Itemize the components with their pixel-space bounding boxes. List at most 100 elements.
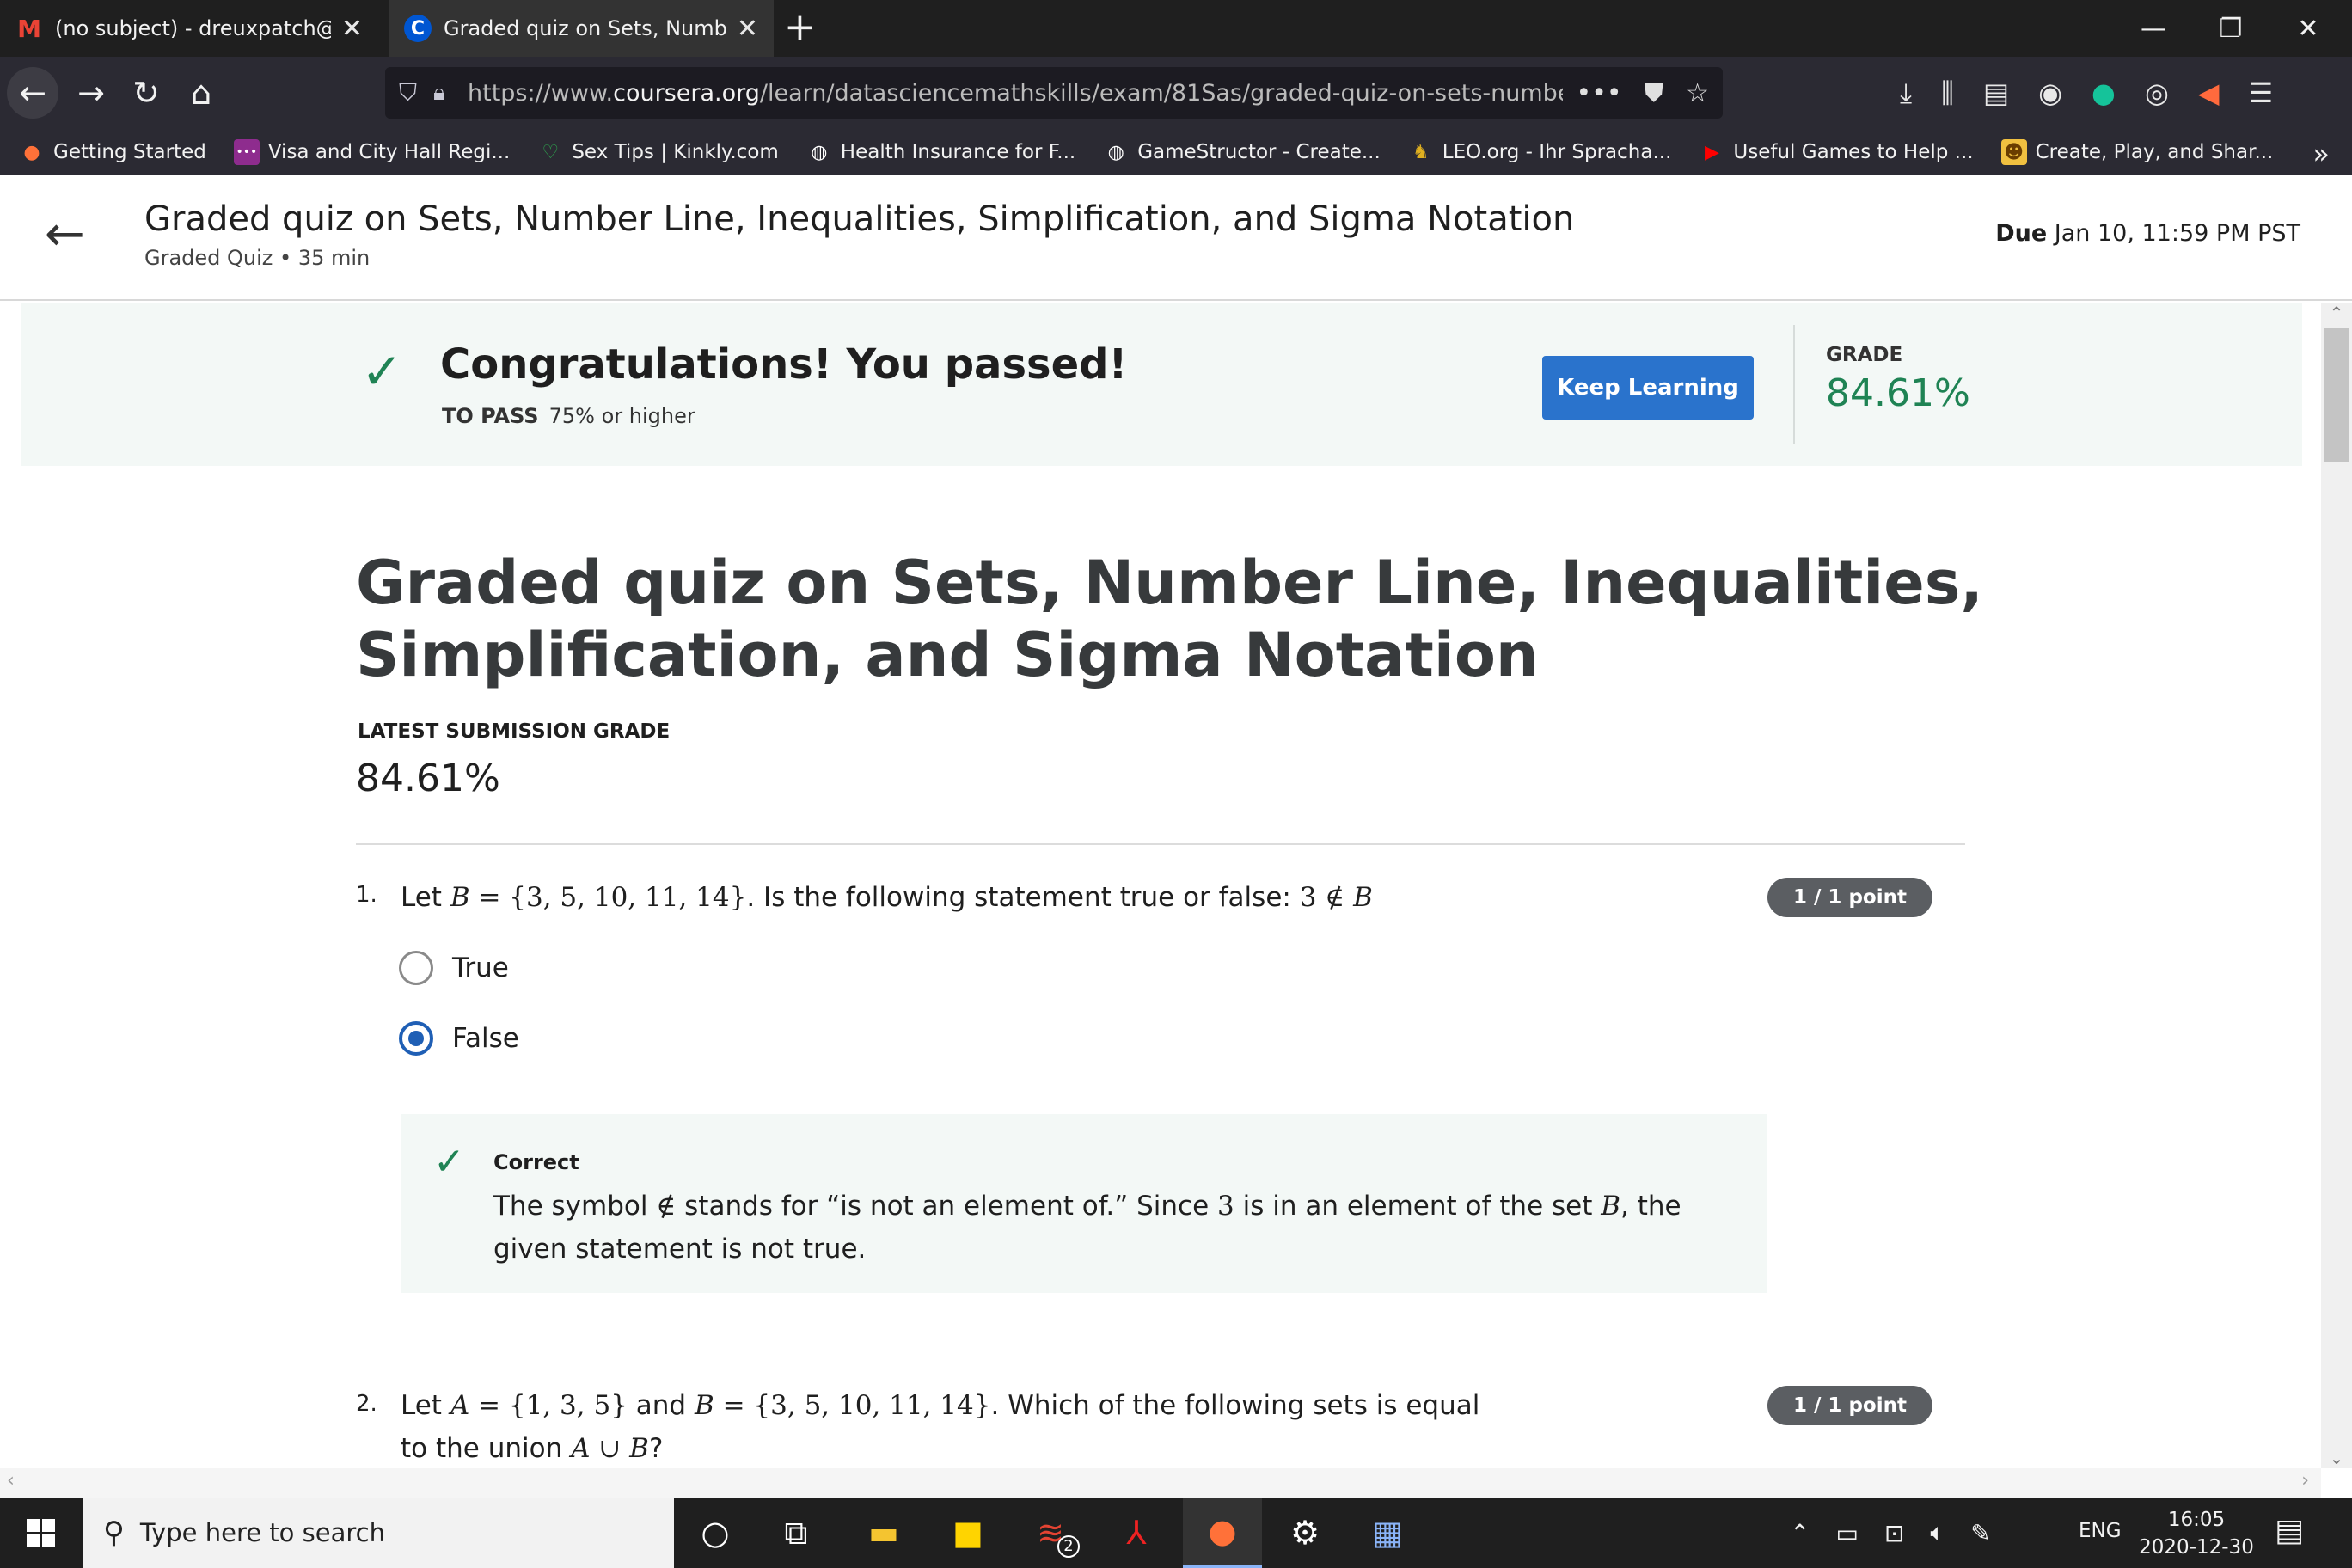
settings-gear-icon[interactable]: ⚙	[1265, 1498, 1344, 1568]
vertical-scrollbar[interactable]: ⌃ ⌄	[2321, 303, 2352, 1468]
bookmark-item[interactable]: ◍ Health Insurance for F...	[806, 139, 1075, 165]
forward-button[interactable]: →	[65, 67, 117, 119]
bookmark-item[interactable]: ☻ Create, Play, and Shar...	[2000, 139, 2273, 165]
feedback-box: ✓ Correct The symbol ∉ stands for “is no…	[401, 1114, 1767, 1293]
latest-grade-label: LATEST SUBMISSION GRADE	[358, 720, 671, 743]
latest-grade-value: 84.61%	[356, 756, 500, 800]
feedback-title: Correct	[493, 1150, 579, 1174]
points-badge: 1 / 1 point	[1767, 1386, 1932, 1425]
horizontal-scrollbar[interactable]: ‹ ›	[0, 1468, 2321, 1498]
firefox-icon: ●	[23, 141, 40, 163]
new-tab-button[interactable]: +	[784, 5, 816, 49]
tab-title: Graded quiz on Sets, Number L	[444, 16, 726, 40]
shield-icon[interactable]: ⛉	[399, 78, 433, 107]
header-subtitle: Graded Quiz • 35 min	[144, 246, 371, 270]
bookmarks-bar: ● Getting Started ••• Visa and City Hall R…	[0, 129, 2352, 175]
library-icon[interactable]: ⫼	[1941, 77, 1954, 110]
network-icon[interactable]: ⊡	[1884, 1519, 1904, 1547]
volume-icon[interactable]: 🔈︎	[1930, 1518, 1945, 1547]
tab-title: (no subject) - dreuxpatch@gm	[55, 16, 331, 40]
question-text: Let A = {1, 3, 5} and B = {3, 5, 10, 11,…	[401, 1390, 1480, 1464]
pocket-icon[interactable]: ⛊	[1645, 78, 1664, 108]
question-text: Let B = {3, 5, 10, 11, 14}. Is the follo…	[401, 882, 1373, 913]
home-button[interactable]: ⌂	[175, 67, 227, 119]
pen-icon[interactable]: ✎	[1970, 1519, 1990, 1547]
taskbar-search[interactable]: ⚲ Type here to search	[83, 1498, 674, 1568]
divider	[356, 843, 1965, 845]
url-text[interactable]: https://www.coursera.org/learn/datascien…	[468, 80, 1563, 107]
url-bar[interactable]: ⛉ 🔒︎ https://www.coursera.org/learn/data…	[385, 67, 1723, 119]
scroll-left-icon[interactable]: ‹	[7, 1470, 15, 1491]
browser-tab-strip: M (no subject) - dreuxpatch@gm ✕ C Grade…	[0, 0, 2352, 57]
download-icon[interactable]: ⤓	[1900, 77, 1912, 110]
firefox-icon[interactable]: ●	[1183, 1498, 1262, 1568]
keep-learning-button[interactable]: Keep Learning	[1542, 356, 1754, 420]
youtube-icon: ▶	[1704, 141, 1719, 163]
quiz-title: Graded quiz on Sets, Number Line, Inequa…	[356, 548, 1984, 690]
page-actions-icon[interactable]: •••	[1577, 78, 1622, 108]
bookmark-item[interactable]: ▶ Useful Games to Help ...	[1699, 139, 1974, 165]
minimize-button[interactable]: —	[2115, 0, 2192, 57]
reader-view-icon[interactable]: ▤	[1983, 77, 2009, 109]
system-tray: ⌃ ▭ ⊡ 🔈︎ ✎	[1790, 1498, 1991, 1568]
close-icon[interactable]: ✕	[737, 14, 758, 44]
search-placeholder: Type here to search	[139, 1518, 385, 1547]
cortana-icon[interactable]: ○	[676, 1498, 755, 1568]
checkmark-icon: ✓	[361, 342, 403, 401]
sticky-notes-icon[interactable]: ■	[928, 1498, 1008, 1568]
due-date: Due Jan 10, 11:59 PM PST	[1995, 220, 2300, 247]
time: 16:05	[2167, 1509, 2226, 1531]
answer-option-true[interactable]: True	[399, 951, 509, 985]
back-arrow-icon[interactable]: ←	[45, 206, 85, 262]
lion-icon: ♞	[1412, 141, 1430, 163]
radio-button-selected[interactable]	[399, 1021, 433, 1056]
bookmarks-overflow-icon[interactable]: »	[2312, 138, 2330, 170]
account-icon[interactable]: ◉	[2038, 77, 2062, 109]
header-title: Graded quiz on Sets, Number Line, Inequa…	[144, 199, 1575, 239]
tab-coursera[interactable]: C Graded quiz on Sets, Number L ✕	[389, 0, 774, 57]
task-view-icon[interactable]: ⧉	[756, 1498, 836, 1568]
bookmark-item[interactable]: ♞ LEO.org - Ihr Spracha...	[1408, 139, 1671, 165]
back-button[interactable]: ←	[7, 67, 58, 119]
bookmark-item[interactable]: ◍ GameStructor - Create...	[1103, 139, 1381, 165]
scroll-up-icon[interactable]: ⌃	[2321, 303, 2352, 323]
bookmark-item[interactable]: ♡ Sex Tips | Kinkly.com	[537, 139, 778, 165]
acrobat-icon[interactable]: ⅄	[1097, 1498, 1176, 1568]
language-indicator[interactable]: ENG	[2079, 1520, 2122, 1542]
gmail-icon: M	[17, 14, 41, 43]
scrollbar-thumb[interactable]	[2324, 328, 2349, 462]
windows-taskbar: ⚲ Type here to search ○ ⧉ ▬ ■ ≋ 2 ⅄ ● ⚙ ▦…	[0, 1498, 2352, 1568]
question-number: 2.	[356, 1391, 377, 1417]
radio-button[interactable]	[399, 951, 433, 985]
calculator-icon[interactable]: ▦	[1348, 1498, 1427, 1568]
lock-icon[interactable]: 🔒︎	[433, 80, 468, 107]
grammarly-icon[interactable]: ●	[2092, 77, 2116, 109]
clock[interactable]: 16:05 2020-12-30	[2134, 1506, 2259, 1561]
file-explorer-icon[interactable]: ▬	[844, 1498, 923, 1568]
scroll-down-icon[interactable]: ⌄	[2321, 1448, 2352, 1468]
tab-gmail[interactable]: M (no subject) - dreuxpatch@gm ✕	[0, 0, 378, 57]
feedback-text: The symbol ∉ stands for “is not an eleme…	[493, 1191, 1681, 1265]
close-icon[interactable]: ✕	[341, 14, 363, 44]
scroll-right-icon[interactable]: ›	[2301, 1470, 2309, 1491]
bookmark-item[interactable]: ● Getting Started	[19, 139, 205, 165]
restore-button[interactable]: ❐	[2192, 0, 2269, 57]
grade-label: GRADE	[1826, 344, 1903, 366]
close-window-button[interactable]: ✕	[2269, 0, 2347, 57]
notification-center-icon[interactable]: ▤	[2275, 1513, 2304, 1548]
reload-button[interactable]: ↻	[120, 67, 172, 119]
bookmark-star-icon[interactable]: ☆	[1686, 78, 1709, 108]
answer-option-false[interactable]: False	[399, 1021, 519, 1056]
pass-banner: ✓ Congratulations! You passed! TO PASS 75…	[21, 303, 2302, 466]
todoist-icon[interactable]: ≋ 2	[1011, 1498, 1090, 1568]
pass-threshold: TO PASS 75% or higher	[442, 404, 695, 428]
quiz-header: ← Graded quiz on Sets, Number Line, Ineq…	[0, 175, 2352, 301]
heart-chat-icon: ♡	[542, 141, 560, 163]
chevron-up-icon[interactable]: ⌃	[1790, 1519, 1810, 1547]
extension-icon[interactable]: ◎	[2145, 77, 2169, 109]
start-button[interactable]	[0, 1498, 81, 1568]
battery-icon[interactable]: ▭	[1835, 1519, 1858, 1547]
menu-icon[interactable]: ☰	[2249, 77, 2274, 109]
bookmark-item[interactable]: ••• Visa and City Hall Regi...	[233, 139, 510, 165]
megaphone-icon[interactable]: ◀	[2198, 77, 2220, 109]
